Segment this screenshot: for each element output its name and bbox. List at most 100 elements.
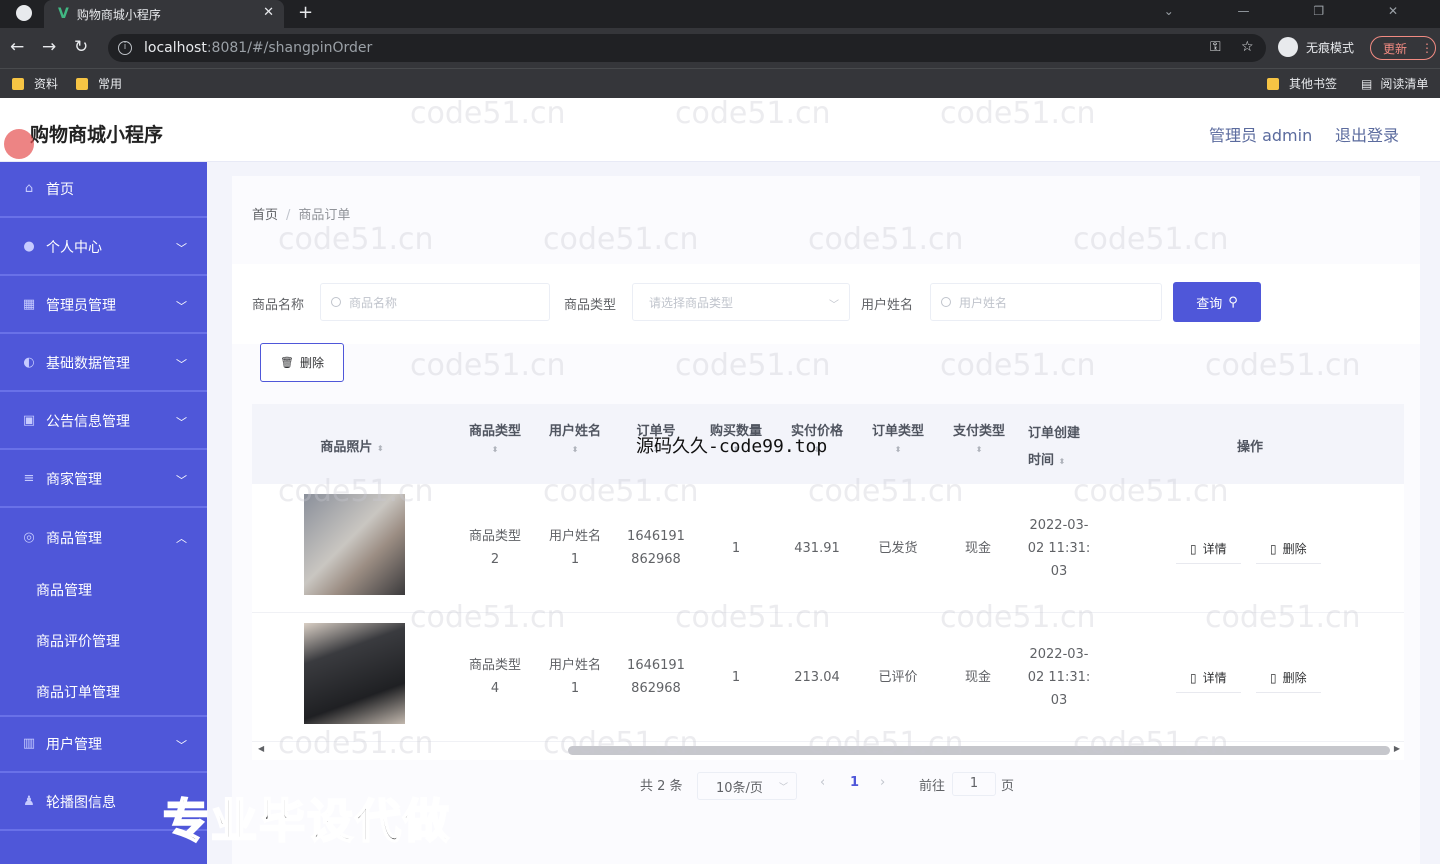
col-actions: 操作 bbox=[1236, 440, 1263, 455]
query-button[interactable]: 查询 ⚲ bbox=[1173, 282, 1261, 322]
browser-logo-icon bbox=[16, 5, 32, 21]
admin-label: 管理员 admin bbox=[1209, 126, 1313, 145]
list-icon: ≡ bbox=[23, 471, 35, 486]
goto-page-input[interactable]: 1 bbox=[952, 772, 996, 796]
reload-icon[interactable]: ↻ bbox=[74, 37, 88, 57]
logout-link[interactable]: 退出登录 bbox=[1335, 122, 1399, 146]
scroll-thumb[interactable] bbox=[568, 746, 1390, 755]
back-icon[interactable]: ← bbox=[10, 37, 24, 57]
col-pay-type[interactable]: 支付类型 ⬍ bbox=[944, 420, 1014, 454]
product-photo[interactable] bbox=[304, 494, 405, 595]
sort-icon: ⬍ bbox=[1058, 457, 1066, 466]
breadcrumb-home[interactable]: 首页 bbox=[252, 208, 278, 223]
forward-icon[interactable]: → bbox=[42, 37, 56, 57]
col-created[interactable]: 订单创建时间 ⬍ bbox=[1028, 420, 1090, 475]
vue-logo-icon: V bbox=[58, 6, 69, 22]
sidebar-item-profile[interactable]: ● 个人中心 ﹀ bbox=[0, 220, 207, 276]
address-bar: ← → ↻ i localhost:8081/#/shangpinOrder ⚿… bbox=[0, 28, 1440, 68]
sidebar-item-base-data[interactable]: ◐ 基础数据管理 ﹀ bbox=[0, 336, 207, 392]
image-icon: ♟ bbox=[23, 794, 35, 809]
close-icon[interactable]: ✕ bbox=[263, 5, 274, 20]
type-placeholder: 请选择商品类型 bbox=[649, 295, 734, 310]
sidebar-item-label: 首页 bbox=[46, 182, 74, 198]
chevron-up-icon: ︿ bbox=[176, 532, 187, 545]
header-label: 支付类型 bbox=[952, 424, 1005, 439]
next-page-icon[interactable]: › bbox=[880, 775, 885, 790]
chevron-down-icon: ﹀ bbox=[829, 300, 839, 311]
trash-icon: 🗑 bbox=[280, 356, 294, 369]
row-delete-button[interactable]: ▯ 删除 bbox=[1256, 534, 1321, 564]
col-photo[interactable]: 商品照片 ⬍ bbox=[312, 436, 392, 455]
star-icon[interactable]: ☆ bbox=[1241, 39, 1254, 55]
detail-button[interactable]: ▯ 详情 bbox=[1176, 534, 1241, 564]
sidebar-item-users[interactable]: ▥ 用户管理 ﹀ bbox=[0, 717, 207, 773]
key-icon[interactable]: ⚿ bbox=[1210, 39, 1221, 55]
col-user[interactable]: 用户姓名 ⬍ bbox=[545, 420, 605, 454]
col-order-type[interactable]: 订单类型 ⬍ bbox=[863, 420, 933, 454]
sidebar-item-label: 商家管理 bbox=[46, 472, 102, 488]
reading-list[interactable]: ▤ 阅读清单 bbox=[1361, 75, 1428, 92]
page-number[interactable]: 1 bbox=[850, 775, 859, 790]
bookmark-folder[interactable]: 其他书签 bbox=[1267, 75, 1337, 92]
query-label: 查询 bbox=[1196, 296, 1223, 312]
sidebar-item-notices[interactable]: ▣ 公告信息管理 ﹀ bbox=[0, 394, 207, 450]
product-photo[interactable] bbox=[304, 623, 405, 724]
name-search-input[interactable]: 商品名称 bbox=[320, 283, 550, 321]
folder-icon bbox=[1267, 77, 1279, 90]
sidebar-subitem-goods[interactable]: 商品管理 bbox=[36, 580, 92, 600]
user-search-input[interactable]: 用户姓名 bbox=[930, 283, 1162, 321]
chevron-down-icon: ﹀ bbox=[176, 474, 187, 487]
sidebar-subitem-reviews[interactable]: 商品评价管理 bbox=[36, 631, 120, 651]
url-host: localhost bbox=[144, 40, 207, 56]
cell-type: 商品类型4 bbox=[468, 658, 521, 696]
update-button[interactable]: 更新 ⋮ bbox=[1370, 36, 1436, 60]
sidebar-item-home[interactable]: ⌂ 首页 bbox=[0, 162, 207, 218]
row-delete-button[interactable]: ▯ 删除 bbox=[1256, 663, 1321, 693]
info-icon[interactable]: i bbox=[118, 41, 132, 55]
batch-delete-button[interactable]: 🗑 删除 bbox=[260, 343, 344, 382]
bookmark-folder[interactable]: 资料 bbox=[12, 75, 58, 92]
scroll-left-icon[interactable]: ◀ bbox=[258, 744, 264, 753]
new-tab-icon[interactable]: + bbox=[298, 2, 313, 23]
browser-tab[interactable]: V 购物商城小程序 ✕ bbox=[44, 0, 284, 28]
type-select[interactable]: 请选择商品类型 ﹀ bbox=[632, 283, 850, 321]
document-icon: ▯ bbox=[1190, 541, 1197, 556]
incognito-icon bbox=[1278, 37, 1298, 57]
cell-order-type: 已评价 bbox=[878, 670, 918, 685]
cell-price: 431.91 bbox=[794, 541, 840, 556]
incognito-indicator[interactable]: 无痕模式 bbox=[1278, 37, 1354, 57]
incognito-label: 无痕模式 bbox=[1306, 40, 1355, 55]
cell-order-no: 1646191862968 bbox=[627, 529, 685, 567]
sidebar-item-label: 用户管理 bbox=[46, 737, 102, 753]
type-label: 商品类型 bbox=[564, 298, 617, 313]
sidebar-item-goods[interactable]: ◎ 商品管理 ︿ bbox=[0, 510, 207, 566]
detail-label: 详情 bbox=[1202, 671, 1227, 685]
page-size-label: 10条/页 bbox=[716, 780, 763, 796]
bookmark-folder[interactable]: 常用 bbox=[76, 75, 122, 92]
col-type[interactable]: 商品类型 ⬍ bbox=[465, 420, 525, 454]
header-label: 商品照片 bbox=[320, 440, 373, 455]
prev-page-icon[interactable]: ‹ bbox=[820, 775, 825, 790]
url-input[interactable]: i localhost:8081/#/shangpinOrder bbox=[108, 34, 1266, 62]
bookmark-label: 阅读清单 bbox=[1380, 77, 1429, 91]
breadcrumb-separator: / bbox=[286, 208, 291, 223]
page-size-select[interactable]: 10条/页 ﹀ bbox=[697, 772, 797, 800]
cell-qty: 1 bbox=[731, 541, 741, 556]
sidebar-item-merchants[interactable]: ≡ 商家管理 ﹀ bbox=[0, 452, 207, 508]
sidebar-subitem-orders[interactable]: 商品订单管理 bbox=[36, 682, 120, 702]
orders-table: 商品照片 ⬍ 商品类型 ⬍ 用户姓名 ⬍ 订单号 ⬍ 购买数量 ⬍ 实付价格 ⬍ 订单类型… bbox=[252, 404, 1404, 760]
sidebar-item-admins[interactable]: ▦ 管理员管理 ﹀ bbox=[0, 278, 207, 334]
admin-icon: ▦ bbox=[22, 297, 36, 312]
chevron-down-icon: ﹀ bbox=[176, 358, 187, 371]
search-icon bbox=[331, 297, 341, 307]
window-controls[interactable]: ⌄ — ❐ ✕ bbox=[1164, 4, 1428, 18]
users-icon: ▥ bbox=[22, 736, 36, 751]
horizontal-scrollbar[interactable]: ◀ ▶ bbox=[258, 744, 1400, 756]
detail-button[interactable]: ▯ 详情 bbox=[1176, 663, 1241, 693]
name-placeholder: 商品名称 bbox=[349, 295, 398, 310]
header-label: 订单创建时间 bbox=[1028, 426, 1081, 468]
sort-icon: ⬍ bbox=[894, 445, 902, 454]
breadcrumb: 首页 / 商品订单 bbox=[252, 204, 350, 223]
sidebar-item-label: 公告信息管理 bbox=[46, 414, 130, 430]
scroll-right-icon[interactable]: ▶ bbox=[1394, 744, 1400, 753]
